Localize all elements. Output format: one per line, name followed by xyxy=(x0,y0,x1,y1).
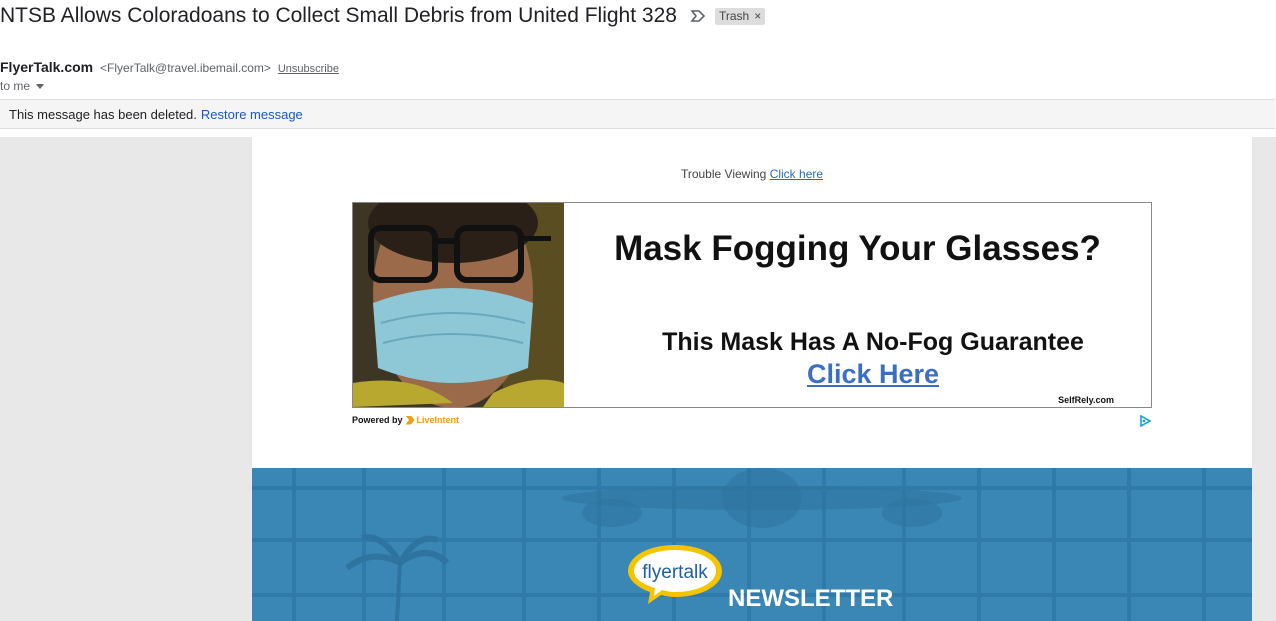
label-text: Trash xyxy=(718,8,750,23)
recipient-row[interactable]: to me xyxy=(0,79,45,93)
trash-label-chip[interactable]: Trash × xyxy=(714,7,766,25)
sender-name: FlyerTalk.com xyxy=(0,59,94,75)
mask-ad-banner[interactable]: Mask Fogging Your Glasses? This Mask Has… xyxy=(352,202,1152,408)
ad-brand: SelfRely.com xyxy=(1058,395,1114,405)
flyertalk-logo-text: flyertalk xyxy=(642,562,708,583)
banner-window-mullion xyxy=(977,468,981,621)
liveintent-text: LiveIntent xyxy=(416,415,460,425)
subject-row: NTSB Allows Coloradoans to Collect Small… xyxy=(0,2,766,30)
trouble-viewing-link[interactable]: Click here xyxy=(770,167,823,181)
ad-photo-man-with-mask xyxy=(353,203,564,407)
newsletter-banner: flyertalk NEWSLETTER xyxy=(252,468,1252,621)
restore-message-link[interactable]: Restore message xyxy=(201,107,303,122)
powered-by-liveintent[interactable]: Powered by LiveIntent xyxy=(352,415,459,425)
adchoices-icon[interactable] xyxy=(1139,415,1151,427)
ad-headline: Mask Fogging Your Glasses? xyxy=(614,229,1101,268)
sender-email: <FlyerTalk@travel.ibemail.com> xyxy=(100,61,271,75)
importance-marker-icon[interactable] xyxy=(690,9,706,23)
banner-window-mullion xyxy=(292,468,296,621)
trouble-viewing-line: Trouble Viewing Click here xyxy=(252,167,1252,181)
deleted-notice-text: This message has been deleted. xyxy=(9,106,197,122)
newsletter-title: NEWSLETTER xyxy=(728,585,894,612)
ad-subline: This Mask Has A No-Fog Guarantee xyxy=(662,328,1084,356)
palm-tree-silhouette xyxy=(345,534,450,621)
recipient-label: to me xyxy=(0,79,31,93)
banner-window-mullion xyxy=(1127,468,1131,621)
powered-by-text: Powered by xyxy=(352,415,403,425)
flyertalk-logo: flyertalk xyxy=(628,545,722,604)
caret-down-icon[interactable] xyxy=(36,83,45,89)
trouble-viewing-text: Trouble Viewing xyxy=(680,167,767,181)
banner-window-mullion xyxy=(1052,468,1056,621)
sender-row: FlyerTalk.com <FlyerTalk@travel.ibemail.… xyxy=(0,59,339,75)
banner-window-mullion xyxy=(1202,468,1206,621)
banner-window-mullion xyxy=(522,468,526,621)
deleted-notice-bar: This message has been deleted. Restore m… xyxy=(0,99,1275,129)
ad-click-here-link[interactable]: Click Here xyxy=(564,359,1151,390)
ad-photo-illustration xyxy=(353,203,564,407)
unsubscribe-link[interactable]: Unsubscribe xyxy=(278,63,339,75)
liveintent-logo: LiveIntent xyxy=(405,415,460,425)
airplane-silhouette xyxy=(562,468,962,528)
remove-label-icon[interactable]: × xyxy=(754,9,761,23)
email-subject: NTSB Allows Coloradoans to Collect Small… xyxy=(0,4,677,27)
liveintent-mark-icon xyxy=(405,415,415,425)
